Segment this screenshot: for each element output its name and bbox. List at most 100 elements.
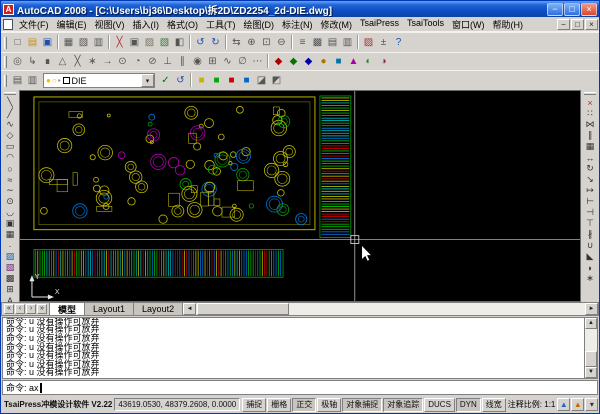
status-toggle-polar[interactable]: 极轴 [317,398,341,412]
command-input-line[interactable]: 命令: ax [2,380,598,395]
menu-item-tools[interactable]: 工具(T) [202,18,240,31]
break-at-point-icon[interactable]: ⊤ [582,218,598,229]
array-icon[interactable]: ▦ [582,141,598,152]
custom-tool-icon[interactable]: ● [316,54,331,69]
osnap-settings-icon[interactable]: ⋯ [250,54,265,69]
zoom-realtime-icon[interactable]: ⊕ [244,35,259,50]
toolbar-grip[interactable] [584,92,596,95]
toolbar-grip[interactable] [4,37,7,49]
polygon-icon[interactable]: ◇ [2,130,18,141]
erase-icon[interactable]: × [582,97,598,108]
snap-insert-icon[interactable]: ⊞ [205,54,220,69]
cad-drawing[interactable]: YX [20,91,580,301]
toolbar-grip[interactable] [4,92,16,95]
menu-item-edit[interactable]: 编辑(E) [53,18,91,31]
fillet-icon[interactable]: ◗ [582,262,598,273]
circle-icon[interactable]: ○ [2,163,18,174]
ellipse-icon[interactable]: ⊙ [2,196,18,207]
explode-icon[interactable]: ∗ [582,273,598,284]
minimize-button[interactable]: − [547,3,563,16]
undo-icon[interactable]: ↺ [193,35,208,50]
chamfer-icon[interactable]: ◣ [582,251,598,262]
point-icon[interactable]: · [2,240,18,251]
ellipse-arc-icon[interactable]: ◡ [2,207,18,218]
trim-icon[interactable]: ⊢ [582,196,598,207]
break-icon[interactable]: ∦ [582,229,598,240]
layer-properties-manager-icon[interactable]: ▤ [10,73,25,88]
paste-icon[interactable]: ▨ [142,35,157,50]
annotation-visibility-icon[interactable]: ▲ [557,398,570,411]
plot-icon[interactable]: ▦ [61,35,76,50]
custom-tool-icon[interactable]: ◆ [301,54,316,69]
make-block-icon[interactable]: ▦ [2,229,18,240]
zoom-previous-icon[interactable]: ⊖ [274,35,289,50]
tsai-layer-tool-icon[interactable]: ◪ [254,73,269,88]
redo-icon[interactable]: ↻ [208,35,223,50]
menu-item-view[interactable]: 视图(V) [91,18,129,31]
scroll-right-icon[interactable]: ► [585,303,598,315]
rectangle-icon[interactable]: ▭ [2,141,18,152]
rotate-icon[interactable]: ↻ [582,163,598,174]
last-tab-button[interactable]: » [37,304,47,314]
new-icon[interactable]: □ [10,35,25,50]
spline-icon[interactable]: ∼ [2,185,18,196]
snap-quadrant-icon[interactable]: ◔ [130,54,145,69]
sheet-set-manager-icon[interactable]: ▥ [340,35,355,50]
annotation-scale-label[interactable]: 注释比例: 1:1 [508,399,556,410]
drawing-canvas[interactable]: YX [19,90,581,302]
status-menu-arrow-icon[interactable]: ▾ [585,398,598,411]
scrollbar-track[interactable] [196,303,585,315]
scroll-left-icon[interactable]: ◄ [183,303,196,315]
status-toggle-snap[interactable]: 捕捉 [242,398,266,412]
stretch-icon[interactable]: ↦ [582,185,598,196]
save-icon[interactable]: ▣ [40,35,55,50]
revision-cloud-icon[interactable]: ≈ [2,174,18,185]
snap-midpoint-icon[interactable]: △ [55,54,70,69]
make-object-layer-current-icon[interactable]: ✓ [158,73,173,88]
quickcalc-icon[interactable]: ± [376,35,391,50]
join-icon[interactable]: ∪ [582,240,598,251]
annotation-autoscale-icon[interactable]: ▲ [571,398,584,411]
extend-icon[interactable]: ⊣ [582,207,598,218]
move-icon[interactable]: ↔ [582,152,598,163]
custom-tool-icon[interactable]: ◑ [376,54,391,69]
status-toggle-otrack[interactable]: 对象追踪 [383,398,423,412]
layer-states-manager-icon[interactable]: ▥ [25,73,40,88]
copy-clip-icon[interactable]: ▣ [127,35,142,50]
coordinates-display[interactable]: 43619.0530, 48379.2608, 0.0000 [114,398,240,411]
prev-tab-button[interactable]: ‹ [15,304,25,314]
menu-item-tsaipress[interactable]: TsaiPress [356,18,403,31]
temporary-track-point-icon[interactable]: ◎ [10,54,25,69]
multiline-text-icon[interactable]: A [2,295,18,302]
tab-layout1[interactable]: Layout1 [85,302,134,316]
status-toggle-osnap[interactable]: 对象捕捉 [342,398,382,412]
snap-intersection-icon[interactable]: ╳ [70,54,85,69]
scroll-up-icon[interactable]: ▲ [585,318,597,329]
menu-item-help[interactable]: 帮助(H) [489,18,528,31]
snap-perpendicular-icon[interactable]: ⊥ [160,54,175,69]
copy-object-icon[interactable]: ∷ [582,108,598,119]
snap-nearest-icon[interactable]: ∿ [220,54,235,69]
construction-line-icon[interactable]: ╱ [2,108,18,119]
help-icon[interactable]: ? [391,35,406,50]
tool-palettes-icon[interactable]: ▤ [325,35,340,50]
vertical-scrollbar[interactable]: ▲ ▼ [584,318,597,378]
maximize-button[interactable]: □ [564,3,580,16]
doc-close-button[interactable]: × [585,19,598,30]
snap-endpoint-icon[interactable]: ∎ [40,54,55,69]
arc-icon[interactable]: ◠ [2,152,18,163]
close-button[interactable]: × [581,3,597,16]
offset-icon[interactable]: ∥ [582,130,598,141]
snap-from-icon[interactable]: ↳ [25,54,40,69]
cut-icon[interactable]: ╳ [112,35,127,50]
snap-parallel-icon[interactable]: ∥ [175,54,190,69]
publish-icon[interactable]: ▥ [91,35,106,50]
scrollbar-thumb[interactable] [197,303,289,315]
tab-model[interactable]: 模型 [50,302,85,316]
status-toggle-ortho[interactable]: 正交 [292,398,316,412]
next-tab-button[interactable]: › [26,304,36,314]
custom-tool-icon[interactable]: ◆ [286,54,301,69]
toolbar-grip[interactable] [4,56,7,68]
snap-center-icon[interactable]: ⊙ [115,54,130,69]
scroll-down-icon[interactable]: ▼ [585,367,597,378]
